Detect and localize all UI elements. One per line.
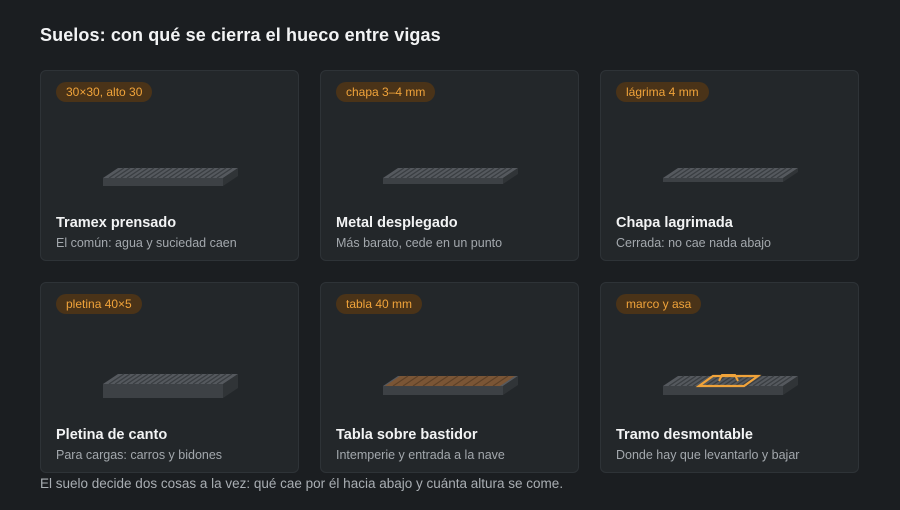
card-title: Metal desplegado [336,215,458,231]
card-title: Tramex prensado [56,215,177,231]
flooring-card: lágrima 4 mm Chapa lagrimada Cerrada: no… [600,70,859,261]
card-title: Pletina de canto [56,427,168,443]
flooring-card: chapa 3–4 mm Metal desplegado Más barato… [320,70,579,261]
card-subtitle: Donde hay que levantarlo y bajar [616,448,800,462]
spec-badge: chapa 3–4 mm [336,82,436,102]
tread-plate-icon [663,167,798,182]
removable-panel-icon [663,374,798,395]
card-title: Chapa lagrimada [616,215,733,231]
card-subtitle: Más barato, cede en un punto [336,236,503,250]
flooring-card: pletina 40×5 Pletina de canto Para carga… [40,282,299,473]
card-subtitle: Cerrada: no cae nada abajo [616,236,771,250]
spec-badge: 30×30, alto 30 [56,82,153,102]
spec-badge: marco y asa [616,294,702,314]
timber-deck-icon [383,375,518,395]
page-title: Suelos: con qué se cierra el hueco entre… [40,25,441,45]
spec-badge: lágrima 4 mm [616,82,709,102]
flooring-cards-grid: 30×30, alto 30 Tramex prensado El común:… [40,70,861,474]
card-subtitle: Intemperie y entrada a la nave [336,448,505,462]
card-subtitle: Para cargas: carros y bidones [56,448,223,462]
card-title: Tramo desmontable [616,427,753,443]
card-title: Tabla sobre bastidor [336,427,478,443]
card-subtitle: El común: agua y suciedad caen [56,236,237,250]
spec-badge: pletina 40×5 [56,294,142,314]
flooring-card: 30×30, alto 30 Tramex prensado El común:… [40,70,299,261]
flooring-card: marco y asa Tramo desmontable Donde hay … [600,282,859,473]
spec-badge: tabla 40 mm [336,294,423,314]
flooring-card: tabla 40 mm Tabla sobre bastidor Intempe… [320,282,579,473]
footer-note: El suelo decide dos cosas a la vez: qué … [40,476,564,491]
expanded-metal-icon [383,167,518,184]
bar-grating-icon [103,373,238,398]
pressed-grating-icon [103,167,238,186]
